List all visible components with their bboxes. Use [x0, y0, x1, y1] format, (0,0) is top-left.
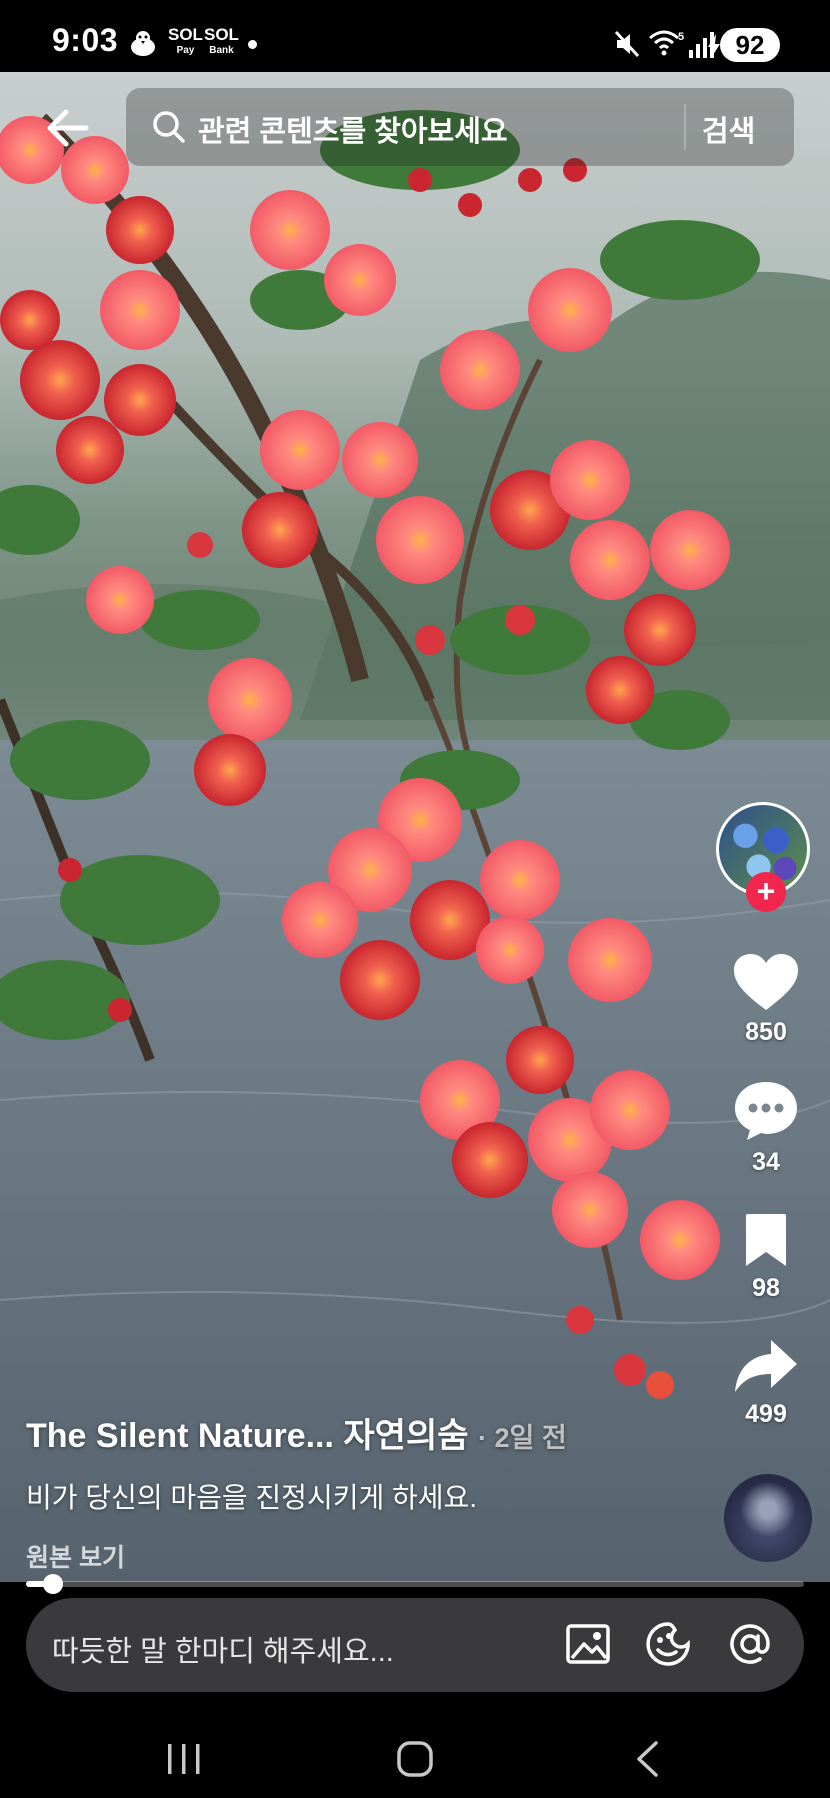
system-nav-bar	[0, 1700, 830, 1798]
like-count: 850	[745, 1018, 787, 1046]
svg-text:5: 5	[678, 31, 684, 43]
video-progress-track[interactable]	[26, 1581, 804, 1587]
share-button[interactable]: 499	[726, 1338, 806, 1429]
battery-indicator: 92	[720, 28, 780, 62]
music-disc[interactable]	[724, 1474, 812, 1562]
battery-level: 92	[735, 30, 765, 60]
search-bar[interactable]: 관련 콘텐츠를 찾아보세요 검색	[126, 88, 794, 166]
comment-input-bar[interactable]: 따듯한 말 한마디 해주세요...	[26, 1598, 804, 1692]
image-icon[interactable]	[564, 1620, 612, 1668]
video-progress-handle[interactable]	[43, 1574, 63, 1594]
like-button[interactable]: 850	[726, 952, 806, 1047]
post-caption: 비가 당신의 마음을 진정시키게 하세요.	[26, 1482, 478, 1513]
search-divider	[684, 104, 686, 150]
sol-pay-icon: SOL Pay	[168, 25, 203, 56]
bookmark-icon	[746, 1214, 786, 1266]
search-icon	[153, 111, 185, 143]
author-name[interactable]: The Silent Nature... 자연의숨	[26, 1417, 469, 1455]
post-time: · 2일 전	[477, 1423, 567, 1453]
share-arrow-icon	[735, 1340, 797, 1392]
charging-icon	[708, 34, 720, 58]
comment-input[interactable]: 따듯한 말 한마디 해주세요...	[52, 1628, 394, 1670]
heart-icon	[734, 954, 798, 1010]
author-row[interactable]: The Silent Nature... 자연의숨 · 2일 전	[26, 1408, 567, 1457]
mute-icon	[614, 30, 640, 58]
share-count: 499	[745, 1400, 787, 1428]
follow-button[interactable]: +	[746, 872, 786, 912]
status-time: 9:03	[52, 22, 119, 58]
wifi-5g-icon: 5	[649, 30, 684, 56]
save-button[interactable]: 98	[726, 1212, 806, 1303]
view-original-link[interactable]: 원본 보기	[26, 1538, 125, 1574]
arrow-left-icon	[47, 109, 89, 147]
comment-bubble-icon	[735, 1082, 797, 1140]
status-bar: 9:03 SOL Pay SOL Bank 5 92	[0, 0, 830, 72]
comment-button[interactable]: 34	[726, 1080, 806, 1177]
video-player[interactable]	[0, 72, 830, 1582]
comment-count: 34	[752, 1148, 780, 1176]
search-input[interactable]: 관련 콘텐츠를 찾아보세요	[198, 108, 508, 150]
home-icon[interactable]	[396, 1740, 434, 1778]
mention-icon[interactable]	[726, 1620, 774, 1668]
video-frame-image	[0, 110, 830, 1582]
sticker-icon[interactable]	[644, 1620, 692, 1668]
sol-bank-icon: SOL Bank	[204, 25, 239, 56]
chicken-icon	[131, 31, 155, 56]
save-count: 98	[752, 1274, 780, 1302]
back-nav-icon[interactable]	[634, 1740, 660, 1778]
recent-apps-icon[interactable]	[166, 1742, 202, 1776]
notification-dot	[248, 40, 257, 49]
back-button[interactable]	[40, 100, 96, 156]
search-button[interactable]: 검색	[702, 108, 755, 150]
